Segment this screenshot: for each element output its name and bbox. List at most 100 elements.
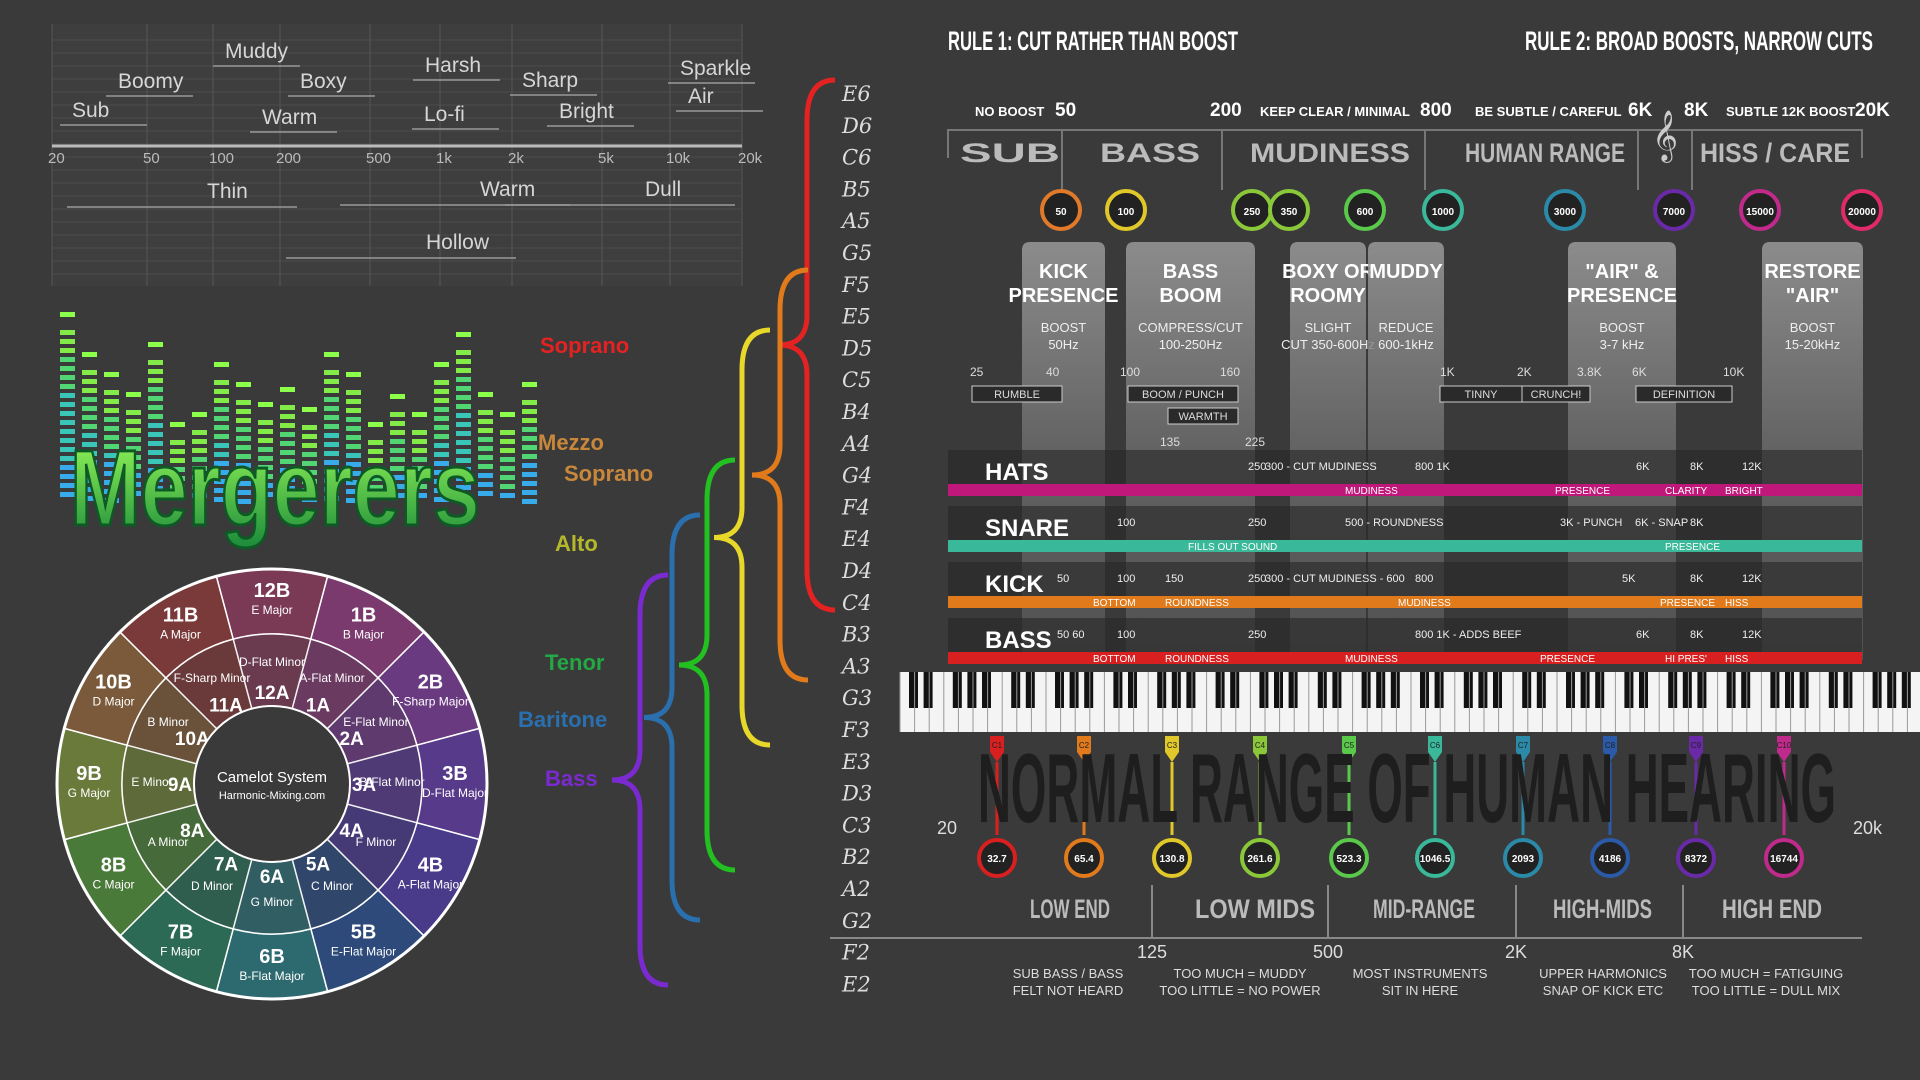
piano-black-key xyxy=(1493,672,1502,708)
eq-bar-segment xyxy=(148,378,163,383)
instrument-mark: 800 xyxy=(1415,573,1433,585)
eq-bar-segment xyxy=(522,490,537,495)
range-note: MOST INSTRUMENTS xyxy=(1353,966,1488,981)
eq-bar-segment xyxy=(522,454,537,459)
voice-brace xyxy=(643,512,701,923)
note-label: A5 xyxy=(840,209,871,233)
piano-keyboard xyxy=(899,672,1920,732)
freq-tick-label: 20k xyxy=(738,150,763,167)
instrument-mark: 250 xyxy=(1248,461,1266,473)
instrument-mark: 12K xyxy=(1742,573,1762,585)
camelot-outer-code: 12B xyxy=(254,580,291,602)
octave-freq-label: 261.6 xyxy=(1247,854,1272,865)
instrument-tag: HISS xyxy=(1725,598,1749,609)
freq-tick-label: 500 xyxy=(366,150,391,167)
octave-freq-label: 130.8 xyxy=(1159,854,1184,865)
octave-freq-label: 16744 xyxy=(1770,854,1798,865)
piano-black-key xyxy=(1288,672,1298,708)
instrument-tag: FILLS OUT SOUND xyxy=(1188,542,1277,553)
eq-bar-peak xyxy=(434,362,449,367)
eq-panel-title: RESTORE xyxy=(1764,261,1860,283)
instrument-tag: BOTTOM xyxy=(1093,654,1136,665)
piano-black-key xyxy=(1639,672,1648,708)
eq-mini-label: 160 xyxy=(1220,365,1240,379)
camelot-outer-key: D-Flat Major xyxy=(422,786,488,800)
camelot-wheel: 12BE Major D-Flat Minor 12A 1BB Major A-Flat… xyxy=(55,567,489,1001)
eq-mini-label: 100 xyxy=(1120,365,1140,379)
eq-bar-peak xyxy=(214,362,229,367)
piano-black-key xyxy=(1770,672,1780,708)
eq-bar-segment xyxy=(500,484,515,489)
eq-bar-segment xyxy=(478,455,493,460)
camelot-inner-code: 1A xyxy=(306,695,331,716)
hearing-ranges: LOW END LOW MIDS MID-RANGE HIGH-MIDS HIGH EN… xyxy=(830,885,1862,998)
instrument-name: KICK xyxy=(985,571,1044,598)
freq-tick-label: 5k xyxy=(598,150,614,167)
piano-black-key xyxy=(1843,672,1853,708)
voice-label: Soprano xyxy=(564,461,653,486)
camelot-outer-code: 1B xyxy=(351,605,377,627)
eq-bar-segment xyxy=(346,417,361,422)
voice-range-labels: Soprano Mezzo Soprano Alto Tenor Baritone Bass xyxy=(518,333,653,791)
camelot-inner-key: F-Sharp Minor xyxy=(174,671,251,685)
rule1-title: RULE 1: CUT RATHER THAN BOOST xyxy=(948,26,1238,56)
note-label: C6 xyxy=(842,146,871,170)
eq-bar-peak xyxy=(126,392,141,397)
camelot-outer-code: 3B xyxy=(442,763,468,785)
note-label: D5 xyxy=(841,336,872,360)
piano-black-key xyxy=(923,672,933,708)
piano-black-key xyxy=(1828,672,1838,708)
piano-black-key xyxy=(952,672,962,708)
eq-panel-title: KICK xyxy=(1039,261,1088,283)
eq-bar-peak xyxy=(500,412,515,417)
camelot-inner-code: 2A xyxy=(340,729,365,750)
note-label: B2 xyxy=(841,845,871,869)
eq-freq-circle-label: 50 xyxy=(1055,207,1067,218)
eq-bar-segment xyxy=(522,409,537,414)
freq-tick-label: 100 xyxy=(209,150,234,167)
eq-bar-segment xyxy=(522,418,537,423)
eq-freq-circle-label: 7000 xyxy=(1663,207,1686,218)
hearing-title: NORMAL RANGE OF HUMAN HEARING xyxy=(978,733,1836,843)
eq-band-label: MUDINESS xyxy=(1250,138,1410,168)
eq-panel-title: "AIR" xyxy=(1786,285,1839,307)
freq-word: Sub xyxy=(72,99,109,122)
piano-black-key xyxy=(982,672,991,708)
eq-bar-segment xyxy=(82,397,97,402)
eq-bar-peak xyxy=(302,407,317,412)
eq-bar-segment xyxy=(324,406,339,411)
note-label: B3 xyxy=(841,623,871,647)
eq-bar-segment xyxy=(82,406,97,411)
instrument-mark: 100 xyxy=(1117,573,1135,585)
voice-label: Bass xyxy=(545,766,598,791)
infographic-stage: 20 50 100 200 500 1k 2k 5k 10k 20k Muddy Boomy Boxy… xyxy=(0,0,1920,1080)
camelot-outer-code: 7B xyxy=(168,921,194,943)
eq-bar-segment xyxy=(456,395,471,400)
voice-label: Soprano xyxy=(540,333,629,358)
piano-black-key xyxy=(1230,672,1240,708)
camelot-inner-code: 3A xyxy=(352,775,377,796)
eq-bar-segment xyxy=(500,430,515,435)
eq-bar-segment xyxy=(434,416,449,421)
camelot-inner-key: C Minor xyxy=(311,879,353,893)
instrument-tag: PRESENCE xyxy=(1555,486,1610,497)
range-label: LOW END xyxy=(1030,894,1110,924)
instrument-mark: 100 xyxy=(1117,517,1135,529)
range-label: MID-RANGE xyxy=(1373,894,1475,924)
eq-bar-segment xyxy=(522,427,537,432)
eq-bar-segment xyxy=(456,413,471,418)
eq-bar-segment xyxy=(324,388,339,393)
eq-top-label: 8K xyxy=(1684,100,1709,121)
freq-word: Warm xyxy=(262,106,317,129)
instrument-mark: 6K - SNAP xyxy=(1635,517,1688,529)
camelot-outer-key: E Major xyxy=(251,603,292,617)
eq-panel-title: MUDDY xyxy=(1369,261,1443,283)
eq-bar-segment xyxy=(500,448,515,453)
eq-bar-segment xyxy=(346,408,361,413)
note-label: A2 xyxy=(840,877,871,901)
note-label: C5 xyxy=(842,368,871,392)
octave-freq-label: 523.3 xyxy=(1336,854,1361,865)
freq-tick-label: 20 xyxy=(48,150,65,167)
camelot-outer-code: 4B xyxy=(418,855,444,877)
instrument-mark: 250 xyxy=(1248,517,1266,529)
